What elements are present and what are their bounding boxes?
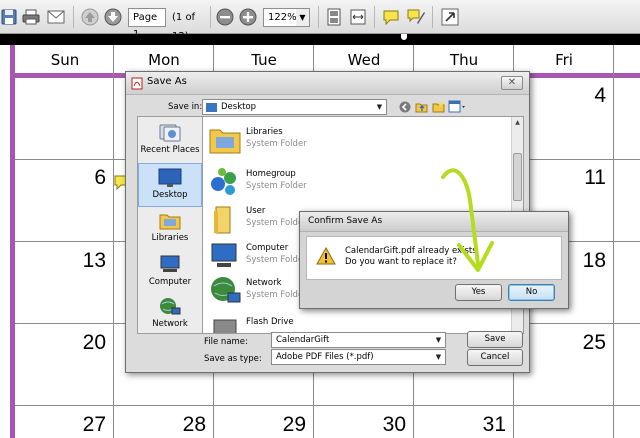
date-cell-25: 25 bbox=[582, 331, 606, 354]
confirm-title-bar[interactable]: Confirm Save As bbox=[300, 212, 568, 232]
save-button[interactable]: Save bbox=[467, 331, 523, 348]
toolbar-divider bbox=[210, 6, 211, 28]
date-cell-18: 18 bbox=[582, 249, 606, 272]
scrollbar-thumb[interactable] bbox=[513, 153, 522, 201]
libraries-icon bbox=[159, 214, 181, 230]
desktop-icon bbox=[158, 168, 182, 187]
day-name-fri: Fri bbox=[555, 51, 573, 69]
save-as-type-label: Save as type: bbox=[204, 354, 262, 364]
computer-icon bbox=[211, 243, 237, 267]
chevron-down-icon: ▼ bbox=[435, 353, 442, 361]
day-name-thu: Thu bbox=[449, 51, 479, 69]
warning-icon bbox=[316, 247, 336, 265]
comment-icon[interactable] bbox=[381, 6, 401, 28]
highlight-icon[interactable] bbox=[405, 6, 427, 28]
confirm-message-line-1: CalendarGift.pdf already exists. bbox=[345, 246, 480, 256]
zoom-in-icon[interactable] bbox=[238, 6, 258, 28]
toolbar-divider bbox=[73, 6, 74, 28]
network-icon bbox=[211, 277, 241, 303]
date-cell-20: 20 bbox=[82, 331, 106, 354]
day-name-mon: Mon bbox=[148, 51, 180, 69]
save-icon[interactable] bbox=[1, 6, 17, 28]
save-in-select[interactable]: Desktop ▼ bbox=[202, 99, 387, 115]
calendar-top-band bbox=[0, 34, 640, 45]
dialog-title-bar[interactable]: Save As ✕ bbox=[126, 72, 529, 95]
zoom-out-icon[interactable] bbox=[215, 6, 235, 28]
toolbar: Page 1 (1 of 12) 122% ▼ bbox=[0, 0, 640, 42]
back-icon[interactable] bbox=[399, 101, 411, 113]
date-cell-11: 11 bbox=[584, 166, 606, 189]
no-button[interactable]: No bbox=[508, 284, 555, 301]
chevron-down-icon: ▼ bbox=[376, 103, 383, 111]
recent-places-icon bbox=[159, 124, 181, 142]
save-in-value: Desktop bbox=[221, 102, 257, 112]
confirm-message-line-2: Do you want to replace it? bbox=[345, 257, 457, 267]
next-page-icon[interactable] bbox=[103, 6, 123, 28]
flash-drive-icon bbox=[213, 319, 237, 333]
printer-icon[interactable] bbox=[21, 6, 41, 28]
desktop-icon bbox=[206, 103, 217, 112]
zoom-input[interactable]: 122% bbox=[263, 8, 297, 27]
date-cell-4: 4 bbox=[594, 84, 606, 107]
toolbar-divider bbox=[318, 6, 319, 28]
homegroup-icon bbox=[211, 168, 236, 195]
user-folder-icon bbox=[214, 206, 231, 234]
places-bar: Recent Places Desktop Libraries Computer… bbox=[137, 116, 203, 334]
expand-icon[interactable] bbox=[440, 6, 460, 28]
date-cell-13: 13 bbox=[82, 249, 106, 272]
day-name-tue: Tue bbox=[251, 51, 277, 69]
chevron-down-icon: ▼ bbox=[435, 336, 442, 344]
cancel-button[interactable]: Cancel bbox=[467, 349, 523, 366]
save-as-type-select[interactable]: Adobe PDF Files (*.pdf) ▼ bbox=[271, 349, 446, 365]
date-cell-29: 29 bbox=[282, 413, 306, 436]
pdf-icon bbox=[131, 77, 143, 90]
fit-page-icon[interactable] bbox=[324, 6, 344, 28]
calendar-title-mark bbox=[401, 34, 407, 40]
page-number-input[interactable]: Page 1 bbox=[128, 8, 166, 40]
previous-page-icon[interactable] bbox=[80, 6, 100, 28]
file-name-input[interactable]: CalendarGift ▼ bbox=[271, 332, 446, 348]
place-network[interactable]: Network bbox=[138, 293, 202, 337]
place-computer[interactable]: Computer bbox=[138, 251, 202, 295]
date-cell-28: 28 bbox=[182, 413, 206, 436]
view-menu-icon[interactable] bbox=[448, 100, 466, 113]
new-folder-icon[interactable] bbox=[432, 100, 445, 113]
close-icon[interactable]: ✕ bbox=[501, 76, 523, 90]
computer-icon bbox=[160, 255, 180, 272]
file-item-flash-drive[interactable]: Flash Drive bbox=[206, 311, 506, 333]
save-in-label: Save in: bbox=[168, 102, 203, 112]
date-cell-27: 27 bbox=[82, 413, 106, 436]
day-name-wed: Wed bbox=[347, 51, 381, 69]
row-line bbox=[15, 405, 640, 406]
confirm-message-area: CalendarGift.pdf already exists. Do you … bbox=[306, 236, 562, 280]
toolbar-divider bbox=[374, 6, 375, 28]
confirm-title: Confirm Save As bbox=[308, 216, 383, 226]
dialog-title: Save As bbox=[147, 76, 187, 87]
date-cell-31: 31 bbox=[482, 413, 506, 436]
chevron-down-icon[interactable]: ▼ bbox=[296, 8, 310, 27]
up-folder-icon[interactable] bbox=[415, 100, 428, 113]
scroll-up-icon[interactable]: ▲ bbox=[512, 117, 523, 128]
email-icon[interactable] bbox=[45, 6, 67, 28]
date-cell-30: 30 bbox=[382, 413, 406, 436]
date-cell-6: 6 bbox=[94, 166, 106, 189]
place-libraries[interactable]: Libraries bbox=[138, 207, 202, 251]
libraries-folder-icon bbox=[209, 129, 241, 154]
confirm-save-as-dialog: Confirm Save As CalendarGift.pdf already… bbox=[299, 211, 569, 309]
page-count: (1 of 12) bbox=[172, 12, 196, 42]
place-recent-places[interactable]: Recent Places bbox=[138, 119, 202, 163]
file-name-label: File name: bbox=[204, 337, 248, 347]
file-item-homegroup[interactable]: Homegroup System Folder bbox=[206, 163, 506, 203]
toolbar-divider bbox=[432, 6, 433, 28]
day-name-sun: Sun bbox=[50, 51, 80, 69]
yes-button[interactable]: Yes bbox=[455, 284, 502, 301]
place-desktop[interactable]: Desktop bbox=[138, 163, 202, 207]
network-icon bbox=[160, 298, 181, 315]
file-item-libraries[interactable]: Libraries System Folder bbox=[206, 121, 506, 161]
fit-width-icon[interactable] bbox=[348, 6, 368, 28]
